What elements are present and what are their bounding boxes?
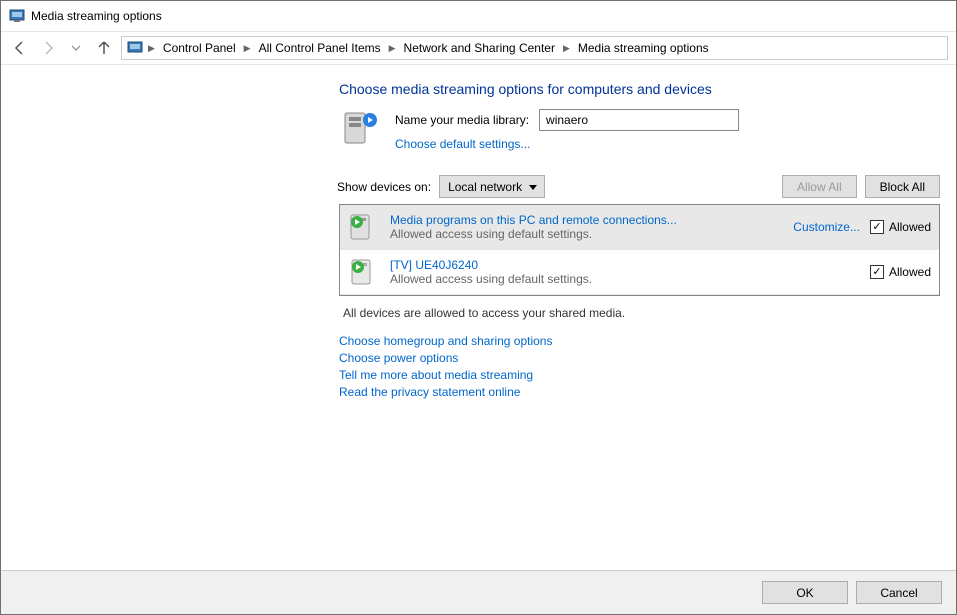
allowed-checkbox[interactable]: Allowed [870,220,931,234]
device-title[interactable]: [TV] UE40J6240 [390,258,860,272]
device-program-icon [348,211,380,243]
chevron-right-icon[interactable]: ▶ [561,43,572,54]
breadcrumb-item[interactable]: Control Panel [159,39,240,57]
checkbox-icon [870,220,884,234]
chevron-right-icon[interactable]: ▶ [146,43,157,54]
recent-dropdown-icon[interactable] [65,37,87,59]
status-text: All devices are allowed to access your s… [343,306,936,320]
cancel-button[interactable]: Cancel [856,581,942,604]
allowed-label: Allowed [889,265,931,279]
main-content: Choose media streaming options for compu… [339,81,940,399]
address-bar[interactable]: ▶ Control Panel ▶ All Control Panel Item… [121,36,948,60]
allowed-label: Allowed [889,220,931,234]
breadcrumb-item[interactable]: Network and Sharing Center [400,39,559,57]
show-devices-dropdown[interactable]: Local network [439,175,545,198]
allow-all-button[interactable]: Allow All [782,175,857,198]
show-devices-row: Show devices on: Local network Allow All… [337,175,940,198]
footer-bar: OK Cancel [1,570,956,614]
device-title[interactable]: Media programs on this PC and remote con… [390,213,783,227]
chevron-right-icon[interactable]: ▶ [242,43,253,54]
chevron-right-icon[interactable]: ▶ [387,43,398,54]
device-subtitle: Allowed access using default settings. [390,227,783,241]
page-heading: Choose media streaming options for compu… [339,81,940,97]
library-row: Name your media library: Choose default … [339,109,940,153]
control-panel-icon [126,39,144,57]
breadcrumb-item[interactable]: All Control Panel Items [255,39,385,57]
titlebar: Media streaming options [1,1,956,31]
device-row[interactable]: [TV] UE40J6240 Allowed access using defa… [340,250,939,295]
device-row[interactable]: Media programs on this PC and remote con… [340,205,939,250]
nav-toolbar: ▶ Control Panel ▶ All Control Panel Item… [1,31,956,65]
device-subtitle: Allowed access using default settings. [390,272,860,286]
homegroup-link[interactable]: Choose homegroup and sharing options [339,334,940,348]
privacy-link[interactable]: Read the privacy statement online [339,385,940,399]
forward-button[interactable] [37,37,59,59]
show-devices-label: Show devices on: [337,180,431,194]
back-button[interactable] [9,37,31,59]
more-info-link[interactable]: Tell me more about media streaming [339,368,940,382]
library-label: Name your media library: [395,113,529,127]
checkbox-icon [870,265,884,279]
breadcrumb-item[interactable]: Media streaming options [574,39,713,57]
customize-link[interactable]: Customize... [793,220,860,234]
up-button[interactable] [93,37,115,59]
window-title: Media streaming options [31,9,162,23]
app-icon [9,8,25,24]
device-list[interactable]: Media programs on this PC and remote con… [339,204,940,296]
library-name-input[interactable] [539,109,739,131]
ok-button[interactable]: OK [762,581,848,604]
allowed-checkbox[interactable]: Allowed [870,265,931,279]
links-section: Choose homegroup and sharing options Cho… [339,334,940,399]
computer-icon [339,109,383,153]
choose-default-link[interactable]: Choose default settings... [395,137,739,151]
power-options-link[interactable]: Choose power options [339,351,940,365]
block-all-button[interactable]: Block All [865,175,940,198]
device-tv-icon [348,256,380,288]
